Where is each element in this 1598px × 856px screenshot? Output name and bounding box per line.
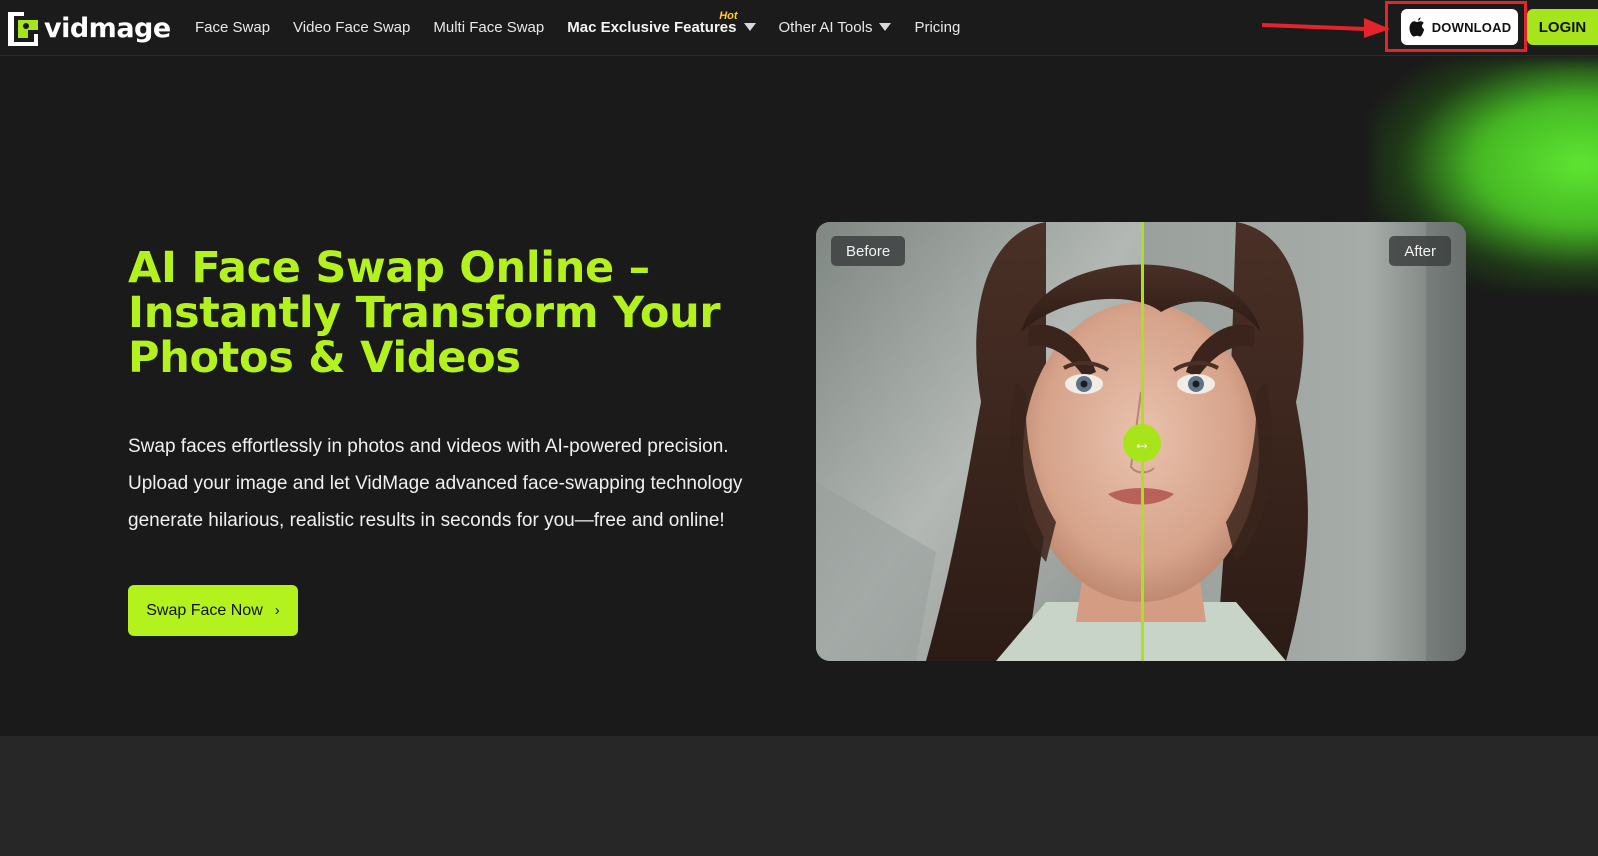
- vidmage-logo-icon: [8, 12, 38, 46]
- chevron-right-icon: ›: [274, 602, 280, 619]
- after-label: After: [1389, 236, 1451, 266]
- nav-other-ai-tools[interactable]: Other AI Tools: [779, 19, 892, 36]
- cta-label: Swap Face Now: [146, 601, 263, 619]
- download-button[interactable]: DOWNLOAD: [1401, 9, 1518, 45]
- chevron-down-icon: [743, 23, 756, 31]
- brand-name: vidmage: [44, 12, 171, 44]
- nav-pricing[interactable]: Pricing: [914, 19, 960, 36]
- drag-handle-arrows-icon[interactable]: ↔: [1123, 424, 1161, 462]
- next-section: [0, 736, 1598, 856]
- nav-mac-exclusive-label: Mac Exclusive Features: [567, 18, 737, 36]
- apple-icon: [1409, 17, 1424, 37]
- chevron-down-icon: [879, 23, 892, 31]
- hero-description: Swap faces effortlessly in photos and vi…: [128, 436, 743, 531]
- nav-face-swap[interactable]: Face Swap: [195, 19, 270, 36]
- hot-badge: Hot: [719, 9, 738, 22]
- main-nav: Face Swap Video Face Swap Multi Face Swa…: [195, 0, 983, 54]
- nav-video-face-swap[interactable]: Video Face Swap: [293, 19, 410, 36]
- logo[interactable]: vidmage: [4, 6, 171, 50]
- red-arrow-annotation-icon: [1262, 18, 1390, 38]
- login-button[interactable]: LOGIN: [1527, 9, 1598, 45]
- nav-mac-exclusive-features[interactable]: Mac Exclusive Features Hot: [567, 10, 756, 36]
- nav-other-ai-tools-label: Other AI Tools: [778, 18, 873, 36]
- nav-multi-face-swap[interactable]: Multi Face Swap: [433, 19, 544, 36]
- download-label: DOWNLOAD: [1431, 19, 1512, 35]
- page: vidmage Face Swap Video Face Swap Multi …: [0, 0, 1598, 856]
- swap-face-now-button[interactable]: Swap Face Now ›: [128, 585, 298, 636]
- top-nav-bar: vidmage Face Swap Video Face Swap Multi …: [0, 0, 1598, 56]
- before-label: Before: [831, 236, 906, 266]
- before-after-compare[interactable]: Before After ↔: [816, 222, 1466, 661]
- hero-title: AI Face Swap Online – Instantly Transfor…: [128, 243, 721, 383]
